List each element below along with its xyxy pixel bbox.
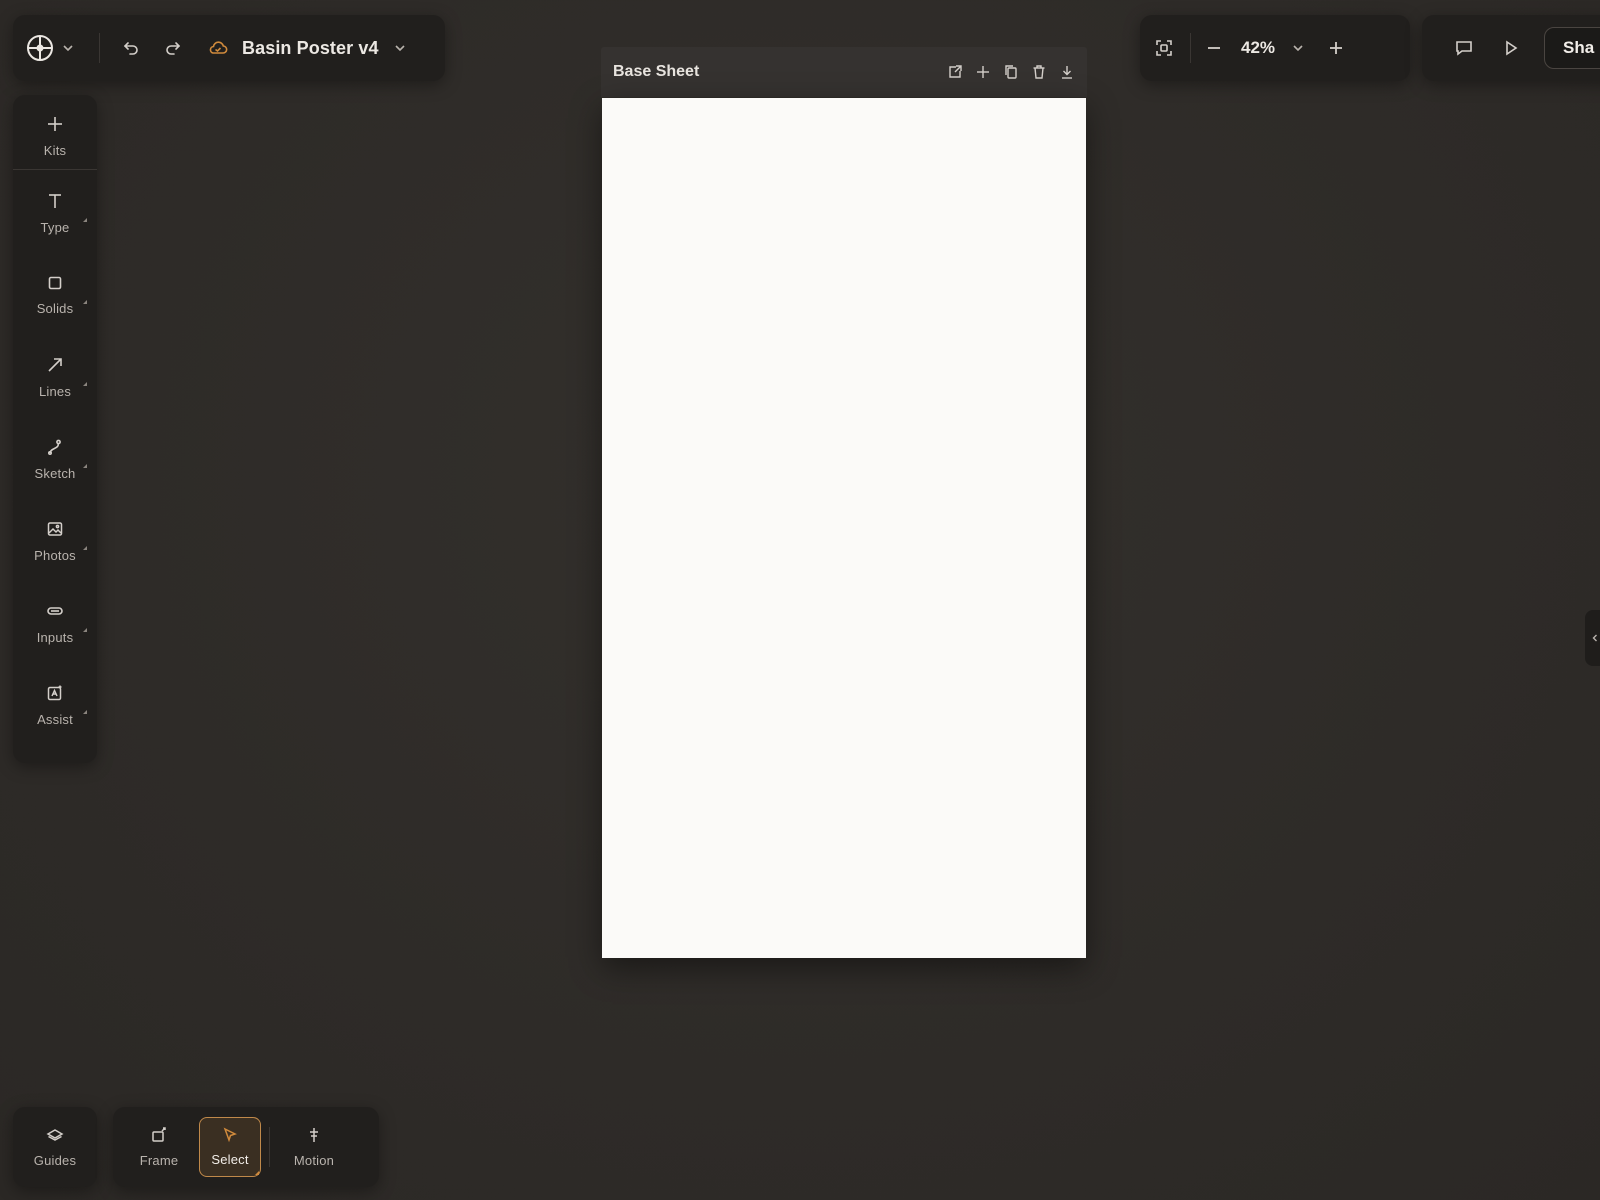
tool-label: Frame: [139, 1153, 179, 1168]
layers-icon: [46, 1126, 64, 1144]
tool-assist[interactable]: Assist: [13, 664, 97, 746]
guides-button[interactable]: Guides: [19, 1117, 91, 1177]
undo-icon: [122, 39, 140, 57]
duplicate-icon[interactable]: [1003, 64, 1019, 80]
guides-panel: Guides: [13, 1107, 97, 1187]
text-icon: [46, 192, 64, 210]
share-button[interactable]: Sha: [1544, 27, 1600, 69]
submenu-indicator: [83, 382, 87, 386]
trash-icon[interactable]: [1031, 64, 1047, 80]
tool-label: Sketch: [34, 465, 76, 481]
mode-toolbar: Frame Select Motion: [113, 1107, 379, 1187]
tool-label: Select: [211, 1152, 249, 1167]
artboard-actions: [947, 64, 1075, 80]
tool-label: Photos: [34, 547, 76, 563]
undo-button[interactable]: [110, 27, 152, 69]
submenu-indicator: [83, 628, 87, 632]
document-title-dropdown[interactable]: Basin Poster v4: [208, 38, 407, 59]
frame-icon: [150, 1126, 168, 1144]
app-menu-button[interactable]: [25, 33, 97, 63]
action-toolbar: Sha: [1422, 15, 1600, 81]
open-external-icon[interactable]: [947, 64, 963, 80]
zoom-in-button[interactable]: [1327, 39, 1345, 57]
submenu-indicator: [83, 300, 87, 304]
tool-inputs[interactable]: Inputs: [13, 582, 97, 664]
tool-solids[interactable]: Solids: [13, 254, 97, 336]
divider: [1190, 33, 1191, 63]
tool-label: Inputs: [36, 629, 74, 645]
input-field-icon: [46, 602, 64, 620]
chevron-down-icon: [61, 41, 75, 55]
tool-label: Guides: [33, 1153, 77, 1168]
motion-icon: [305, 1126, 323, 1144]
cursor-arrow-icon: [222, 1127, 238, 1143]
cloud-sync-icon: [208, 40, 228, 56]
tool-sketch[interactable]: Sketch: [13, 418, 97, 500]
submenu-indicator: [255, 1171, 259, 1175]
divider: [13, 169, 97, 170]
redo-icon: [164, 39, 182, 57]
tool-label: Type: [40, 219, 70, 235]
motion-tool[interactable]: Motion: [278, 1117, 350, 1177]
download-icon[interactable]: [1059, 64, 1075, 80]
artboard-canvas[interactable]: [602, 98, 1086, 958]
divider: [269, 1127, 270, 1167]
insert-toolbar: Kits Type Solids Lines Sketch Photos Inp…: [13, 95, 97, 763]
tool-label: Motion: [293, 1153, 335, 1168]
submenu-indicator: [83, 710, 87, 714]
document-title: Basin Poster v4: [242, 37, 379, 58]
image-icon: [46, 520, 64, 538]
play-button[interactable]: [1502, 39, 1520, 57]
tool-label: Lines: [38, 383, 72, 399]
ai-assist-icon: [46, 684, 64, 702]
frame-tool[interactable]: Frame: [123, 1117, 195, 1177]
divider: [99, 33, 100, 63]
submenu-indicator: [83, 218, 87, 222]
artboard-header[interactable]: Base Sheet: [601, 47, 1087, 97]
redo-button[interactable]: [152, 27, 194, 69]
tool-label: Assist: [37, 711, 73, 727]
chevron-left-icon: [1590, 633, 1600, 643]
tool-label: Kits: [43, 142, 67, 158]
tool-kits[interactable]: Kits: [13, 105, 97, 167]
chevron-down-icon: [393, 41, 407, 55]
add-icon[interactable]: [975, 64, 991, 80]
select-tool[interactable]: Select: [199, 1117, 261, 1177]
artboard-title[interactable]: Base Sheet: [613, 63, 947, 81]
tool-label: Solids: [36, 300, 74, 316]
tool-type[interactable]: Type: [13, 172, 97, 254]
crosshair-logo-icon: [25, 33, 55, 63]
tool-photos[interactable]: Photos: [13, 500, 97, 582]
arrow-diagonal-icon: [46, 356, 64, 374]
submenu-indicator: [83, 546, 87, 550]
submenu-indicator: [83, 464, 87, 468]
comment-button[interactable]: [1454, 38, 1474, 58]
zoom-level[interactable]: 42%: [1235, 38, 1281, 58]
zoom-toolbar: 42%: [1140, 15, 1410, 81]
zoom-out-button[interactable]: [1205, 39, 1223, 57]
chevron-down-icon[interactable]: [1291, 41, 1305, 55]
tool-lines[interactable]: Lines: [13, 336, 97, 418]
pen-curve-icon: [46, 438, 64, 456]
square-icon: [47, 275, 63, 291]
fit-to-screen-button[interactable]: [1154, 38, 1174, 58]
right-panel-toggle[interactable]: [1585, 610, 1600, 666]
plus-icon: [46, 115, 64, 133]
document-toolbar: Basin Poster v4: [13, 15, 445, 81]
